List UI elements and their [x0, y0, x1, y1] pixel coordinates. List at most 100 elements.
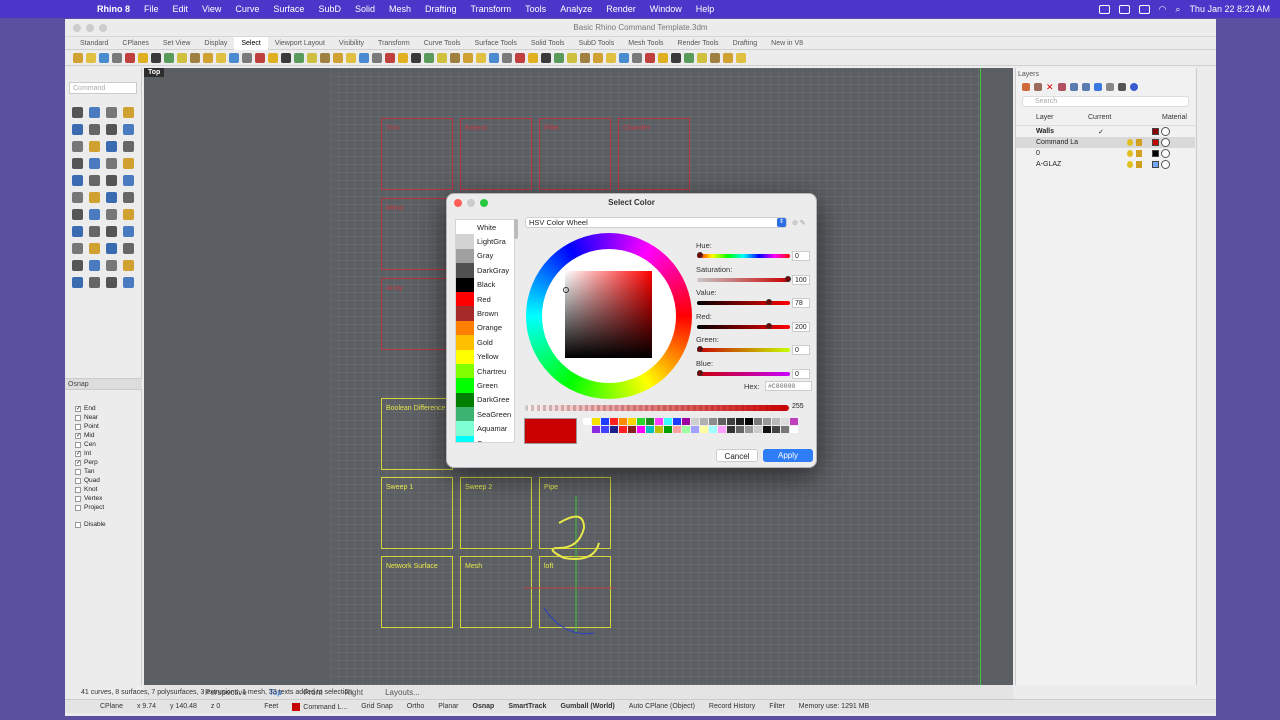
- toolbar-button-icon[interactable]: [216, 52, 226, 63]
- checkbox[interactable]: ✓: [75, 450, 81, 457]
- layer-name[interactable]: 0: [1036, 150, 1040, 157]
- toolbar-tab[interactable]: Curve Tools: [417, 37, 468, 50]
- status-filter[interactable]: Filter: [762, 703, 792, 710]
- checkbox[interactable]: [75, 477, 81, 484]
- slider-knob[interactable]: [765, 322, 772, 329]
- alpha-value[interactable]: 255: [792, 403, 804, 410]
- apply-button[interactable]: Apply: [763, 449, 813, 462]
- blue-value-input[interactable]: 0: [792, 368, 810, 379]
- palette-swatch[interactable]: [673, 426, 681, 433]
- toolbar-button-icon[interactable]: [684, 52, 694, 63]
- toolbar-button-icon[interactable]: [372, 52, 382, 63]
- named-color-item[interactable]: Brown: [456, 306, 514, 321]
- palette-swatch[interactable]: [736, 418, 744, 425]
- tool-icon[interactable]: [72, 192, 83, 203]
- palette-swatch[interactable]: [682, 426, 690, 433]
- tool-icon[interactable]: [89, 209, 100, 220]
- toolbar-button-icon[interactable]: [619, 52, 629, 63]
- tool-icon[interactable]: [106, 175, 117, 186]
- status-units[interactable]: Feet: [257, 703, 285, 710]
- named-color-item[interactable]: Gray: [456, 248, 514, 264]
- toolbar-button-icon[interactable]: [554, 52, 564, 63]
- palette-swatch[interactable]: [628, 418, 636, 425]
- status-gumball[interactable]: Gumball (World): [553, 703, 621, 710]
- palette-swatch[interactable]: [619, 418, 627, 425]
- toolbar-button-icon[interactable]: [411, 52, 421, 63]
- toolbar-button-icon[interactable]: [580, 52, 590, 63]
- menu-item[interactable]: File: [144, 4, 159, 14]
- tool-icon[interactable]: [72, 141, 83, 152]
- toolbar-button-icon[interactable]: [255, 52, 265, 63]
- toolbar-button-icon[interactable]: [333, 52, 343, 63]
- minimize-window-button[interactable]: [86, 24, 94, 32]
- checkbox[interactable]: [75, 504, 81, 511]
- toolbar-button-icon[interactable]: [710, 52, 720, 63]
- palette-swatch[interactable]: [664, 426, 672, 433]
- checkbox[interactable]: [75, 486, 81, 493]
- layer-name[interactable]: A-GLAZ: [1036, 161, 1061, 168]
- command-cell[interactable]: Chamfer: [618, 118, 690, 190]
- tool-icon[interactable]: [106, 260, 117, 271]
- tool-icon[interactable]: [123, 226, 134, 237]
- toolbar-button-icon[interactable]: [86, 52, 96, 63]
- toolbar-button-icon[interactable]: [164, 52, 174, 63]
- named-color-item[interactable]: White: [456, 220, 514, 235]
- layer-search-input[interactable]: Search: [1022, 96, 1189, 107]
- layer-visibility-icons[interactable]: [1127, 150, 1142, 157]
- toolbar-button-icon[interactable]: [385, 52, 395, 63]
- toolbar-button-icon[interactable]: [99, 52, 109, 63]
- toolbar-button-icon[interactable]: [73, 52, 83, 63]
- menu-item[interactable]: Drafting: [425, 4, 457, 14]
- toolbar-button-icon[interactable]: [125, 52, 135, 63]
- toolbar-button-icon[interactable]: [281, 52, 291, 63]
- command-input[interactable]: Command: [69, 82, 137, 94]
- layer-color-swatch[interactable]: [1152, 150, 1159, 157]
- layer-visibility-icons[interactable]: [1127, 139, 1142, 146]
- zoom-window-button[interactable]: [99, 24, 107, 32]
- toolbar-button-icon[interactable]: [489, 52, 499, 63]
- filter-icon[interactable]: [1094, 83, 1102, 91]
- toolbar-tab[interactable]: SubD Tools: [572, 37, 622, 50]
- palette-swatch[interactable]: [718, 426, 726, 433]
- palette-swatch[interactable]: [610, 418, 618, 425]
- tool-icon[interactable]: [123, 124, 134, 135]
- search-icon[interactable]: ⌕: [1175, 4, 1180, 15]
- toolbar-button-icon[interactable]: [723, 52, 733, 63]
- menu-item[interactable]: Tools: [525, 4, 546, 14]
- hex-input[interactable]: #C80000: [765, 381, 812, 391]
- checkbox[interactable]: [75, 423, 81, 430]
- toolbar-button-icon[interactable]: [450, 52, 460, 63]
- status-icon[interactable]: [1098, 4, 1110, 14]
- toolbar-button-icon[interactable]: [203, 52, 213, 63]
- menu-item[interactable]: Solid: [355, 4, 375, 14]
- named-color-item[interactable]: Cyan: [456, 435, 514, 442]
- toolbar-button-icon[interactable]: [437, 52, 447, 63]
- toolbar-button-icon[interactable]: [307, 52, 317, 63]
- palette-swatch[interactable]: [700, 418, 708, 425]
- slider-knob[interactable]: [697, 369, 703, 376]
- palette-swatch[interactable]: [583, 418, 591, 425]
- palette-swatch[interactable]: [763, 418, 771, 425]
- toolbar-button-icon[interactable]: [476, 52, 486, 63]
- tool-icon[interactable]: [123, 260, 134, 271]
- layer-row[interactable]: Walls ✓: [1016, 126, 1195, 137]
- tool-icon[interactable]: [123, 277, 134, 288]
- tool-icon[interactable]: [89, 226, 100, 237]
- material-icon[interactable]: [1161, 149, 1170, 158]
- dialog-zoom-button[interactable]: [480, 199, 488, 207]
- tool-icon[interactable]: [106, 226, 117, 237]
- tool-icon[interactable]: [123, 107, 134, 118]
- tool-icon[interactable]: [72, 124, 83, 135]
- toolbar-button-icon[interactable]: [567, 52, 577, 63]
- menu-item[interactable]: Window: [650, 4, 682, 14]
- color-mode-select[interactable]: HSV Color Wheel ⇕: [525, 217, 787, 228]
- tool-icon[interactable]: [72, 175, 83, 186]
- layer-color-swatch[interactable]: [1152, 128, 1159, 135]
- status-toggle[interactable]: Ortho: [400, 703, 432, 710]
- palette-swatch[interactable]: [709, 426, 717, 433]
- osnap-disable[interactable]: Disable: [65, 520, 142, 529]
- menu-item[interactable]: Mesh: [389, 4, 411, 14]
- move-down-icon[interactable]: [1082, 83, 1090, 91]
- toolbar-button-icon[interactable]: [229, 52, 239, 63]
- named-color-item[interactable]: DarkGray: [456, 263, 514, 278]
